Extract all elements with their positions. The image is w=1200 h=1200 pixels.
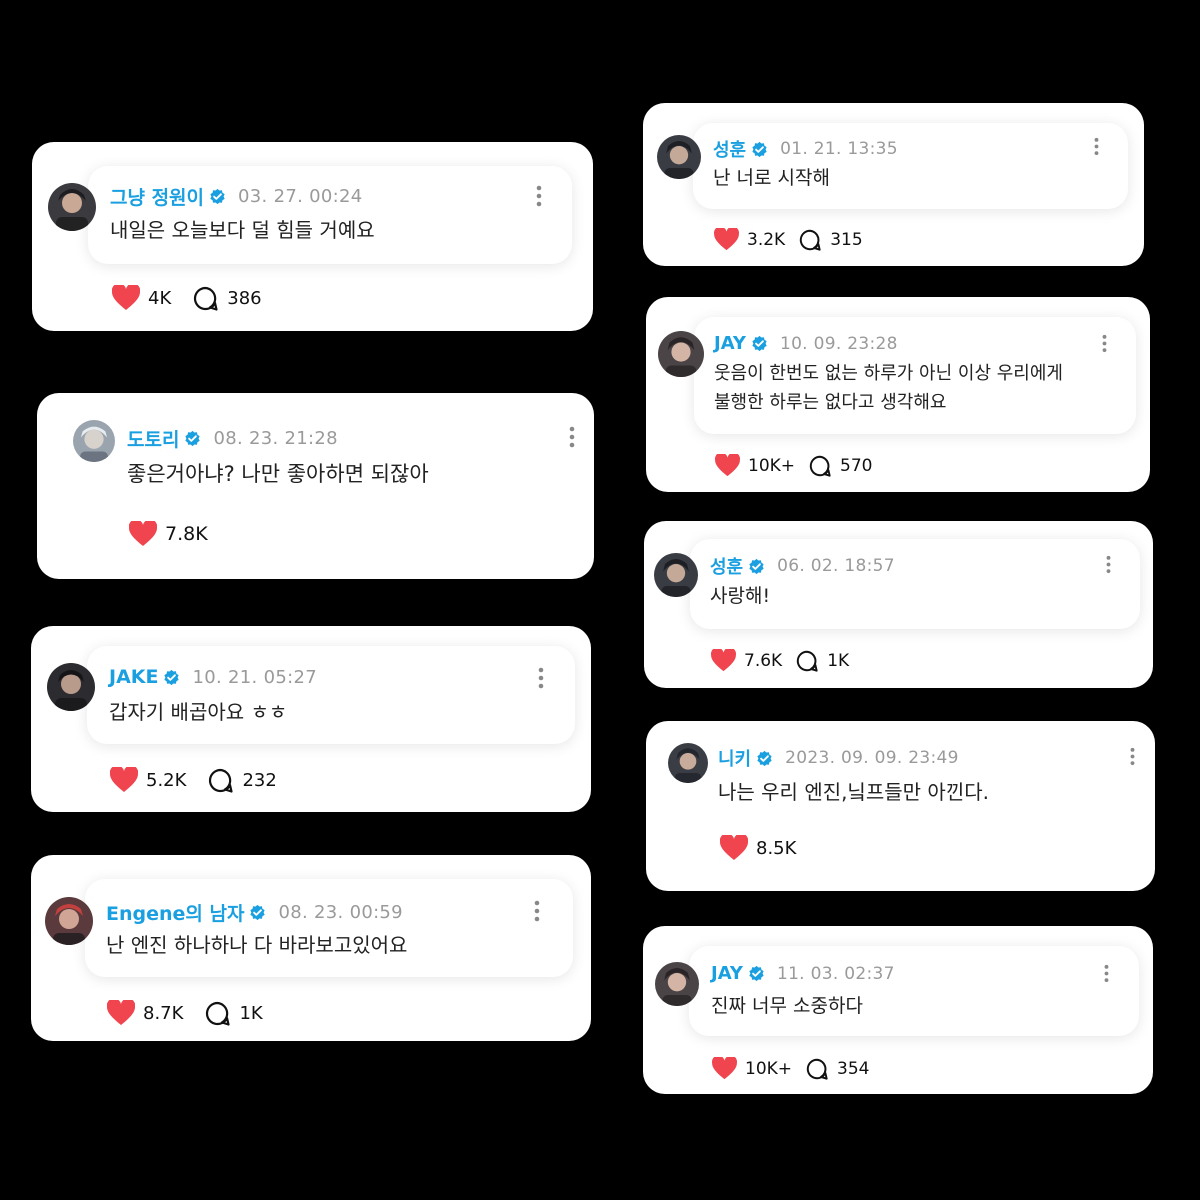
kebab-menu-icon[interactable] <box>1106 555 1111 574</box>
avatar[interactable] <box>658 331 704 377</box>
user-name[interactable]: JAY <box>714 333 746 354</box>
post-card: JAY 11. 03. 02:37 진짜 너무 소중하다 10K+ 354 <box>643 926 1153 1094</box>
post-card: 그냥 정원이 03. 27. 00:24 내일은 오늘보다 덜 힘들 거예요 4… <box>32 142 593 331</box>
verified-badge-icon <box>249 904 266 921</box>
post-card: JAKE 10. 21. 05:27 갑자기 배곱아요 ㅎㅎ 5.2K 232 <box>31 626 591 812</box>
like-count: 7.6K <box>744 650 783 671</box>
post-text: 진짜 너무 소중하다 <box>711 995 863 1017</box>
comment-bubble-icon[interactable] <box>193 286 218 311</box>
kebab-menu-icon[interactable] <box>1130 747 1135 766</box>
post-text: 난 너로 시작해 <box>713 167 830 189</box>
timestamp: 10. 21. 05:27 <box>192 666 317 688</box>
timestamp: 01. 21. 13:35 <box>780 139 898 159</box>
user-name[interactable]: JAKE <box>109 666 158 688</box>
user-name[interactable]: 성훈 <box>710 553 743 579</box>
comment-count: 1K <box>239 1002 263 1024</box>
user-name[interactable]: 성훈 <box>713 136 746 162</box>
post-bubble <box>85 879 573 977</box>
comment-bubble-icon[interactable] <box>205 1001 231 1026</box>
post-text: 난 엔진 하나하나 다 바라보고있어요 <box>106 933 408 957</box>
avatar[interactable] <box>73 420 115 462</box>
timestamp: 11. 03. 02:37 <box>776 963 895 984</box>
heart-icon[interactable] <box>712 1057 737 1080</box>
verified-badge-icon <box>748 965 765 982</box>
heart-icon[interactable] <box>711 649 736 672</box>
like-count: 4K <box>148 287 172 309</box>
comment-bubble-icon[interactable] <box>806 1058 828 1080</box>
post-text: 나는 우리 엔진,닠프들만 아낀다. <box>718 780 989 804</box>
user-name[interactable]: 도토리 <box>127 425 179 452</box>
like-count: 10K+ <box>748 455 796 476</box>
post-card: 니키 2023. 09. 09. 23:49 나는 우리 엔진,닠프들만 아낀다… <box>646 721 1155 891</box>
timestamp: 03. 27. 00:24 <box>238 186 363 207</box>
post-card: 도토리 08. 23. 21:28 좋은거아냐? 나만 좋아하면 되잖아 7.8… <box>37 393 594 579</box>
comment-count: 386 <box>227 287 262 309</box>
timestamp: 10. 09. 23:28 <box>779 333 898 354</box>
avatar[interactable] <box>655 962 699 1006</box>
like-count: 8.7K <box>143 1002 184 1024</box>
comment-count: 570 <box>840 455 873 476</box>
like-count: 5.2K <box>146 769 187 791</box>
kebab-menu-icon[interactable] <box>1102 334 1107 353</box>
verified-badge-icon <box>751 335 768 352</box>
verified-badge-icon <box>756 750 773 767</box>
post-card: JAY 10. 09. 23:28 웃음이 한번도 없는 하루가 아닌 이상 우… <box>646 297 1150 492</box>
verified-badge-icon <box>751 141 768 158</box>
user-name[interactable]: 그냥 정원이 <box>110 183 204 210</box>
timestamp: 08. 23. 00:59 <box>278 902 403 923</box>
avatar[interactable] <box>45 897 93 945</box>
comment-count: 315 <box>830 229 863 250</box>
heart-icon[interactable] <box>107 1000 135 1026</box>
timestamp: 2023. 09. 09. 23:49 <box>785 748 959 768</box>
comment-count: 1K <box>827 650 850 671</box>
comment-count: 354 <box>837 1058 870 1079</box>
heart-icon[interactable] <box>112 285 140 311</box>
verified-badge-icon <box>163 669 180 686</box>
kebab-menu-icon[interactable] <box>536 185 542 207</box>
post-text: 갑자기 배곱아요 ㅎㅎ <box>109 700 288 724</box>
kebab-menu-icon[interactable] <box>1094 137 1099 156</box>
heart-icon[interactable] <box>110 767 138 793</box>
user-name[interactable]: 니키 <box>718 745 751 771</box>
heart-icon[interactable] <box>129 521 157 547</box>
like-count: 10K+ <box>745 1058 793 1079</box>
verified-badge-icon <box>184 430 201 447</box>
timestamp: 08. 23. 21:28 <box>213 428 338 449</box>
kebab-menu-icon[interactable] <box>569 426 575 448</box>
post-card: Engene의 남자 08. 23. 00:59 난 엔진 하나하나 다 바라보… <box>31 855 591 1041</box>
post-text: 내일은 오늘보다 덜 힘들 거예요 <box>110 218 375 242</box>
kebab-menu-icon[interactable] <box>1104 964 1109 983</box>
heart-icon[interactable] <box>715 454 740 477</box>
post-text: 웃음이 한번도 없는 하루가 아닌 이상 우리에게 <box>714 363 1063 384</box>
comment-bubble-icon[interactable] <box>796 650 818 672</box>
comment-bubble-icon[interactable] <box>799 229 821 251</box>
verified-badge-icon <box>748 558 765 575</box>
avatar[interactable] <box>657 135 701 179</box>
post-text-line2: 불행한 하루는 없다고 생각해요 <box>714 392 947 413</box>
avatar[interactable] <box>668 743 708 783</box>
post-card: 성훈 01. 21. 13:35 난 너로 시작해 3.2K 315 <box>643 103 1144 266</box>
timestamp: 06. 02. 18:57 <box>777 556 895 576</box>
comment-count: 232 <box>242 769 277 791</box>
kebab-menu-icon[interactable] <box>538 667 544 689</box>
avatar[interactable] <box>47 663 95 711</box>
user-name[interactable]: Engene의 남자 <box>106 899 244 926</box>
like-count: 3.2K <box>747 229 786 250</box>
avatar[interactable] <box>654 553 698 597</box>
like-count: 8.5K <box>756 837 797 859</box>
post-text: 좋은거아냐? 나만 좋아하면 되잖아 <box>127 462 429 486</box>
avatar[interactable] <box>48 183 96 231</box>
verified-badge-icon <box>209 188 226 205</box>
heart-icon[interactable] <box>714 228 739 251</box>
post-card: 성훈 06. 02. 18:57 사랑해! 7.6K 1K <box>644 521 1153 688</box>
kebab-menu-icon[interactable] <box>534 900 540 922</box>
like-count: 7.8K <box>165 523 208 545</box>
post-text: 사랑해! <box>710 585 771 607</box>
post-bubble <box>87 646 575 744</box>
comment-bubble-icon[interactable] <box>809 455 831 477</box>
comment-bubble-icon[interactable] <box>208 768 234 793</box>
user-name[interactable]: JAY <box>711 963 743 984</box>
heart-icon[interactable] <box>720 835 748 861</box>
